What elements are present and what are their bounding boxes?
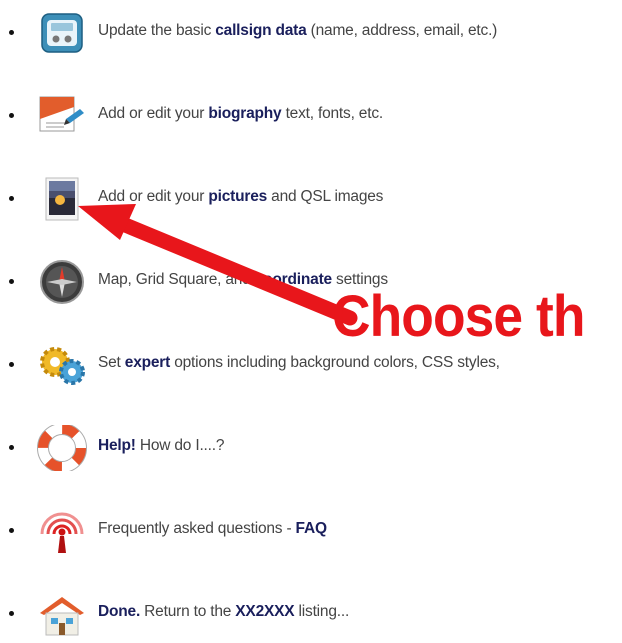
menu-item-text: Help! How do I....?	[98, 437, 225, 454]
faq-link[interactable]: FAQ	[296, 520, 327, 537]
bullet	[9, 362, 14, 367]
menu-item-callsign[interactable]: Update the basic callsign data (name, ad…	[0, 2, 622, 62]
biography-icon[interactable]	[36, 93, 88, 139]
bullet	[9, 196, 14, 201]
menu-item-coordinates[interactable]: Map, Grid Square, and coordinate setting…	[0, 251, 622, 311]
menu-item-help[interactable]: Help! How do I....?	[0, 417, 622, 477]
menu-item-text: Update the basic callsign data (name, ad…	[98, 22, 498, 39]
pictures-link[interactable]: pictures	[208, 188, 267, 205]
callsign-data-icon[interactable]	[36, 10, 88, 56]
menu-item-done[interactable]: Done. Return to the XX2XXX listing...	[0, 583, 622, 643]
menu-item-expert[interactable]: Set expert options including background …	[0, 334, 622, 394]
menu-item-text: Add or edit your biography text, fonts, …	[98, 105, 383, 122]
bullet	[9, 528, 14, 533]
bullet	[9, 279, 14, 284]
callsign-data-link[interactable]: callsign data	[215, 22, 306, 39]
menu-item-text: Frequently asked questions - FAQ	[98, 520, 327, 537]
bullet	[9, 611, 14, 616]
bullet	[9, 113, 14, 118]
home-icon[interactable]	[36, 591, 88, 637]
menu-item-pictures[interactable]: Add or edit your pictures and QSL images	[0, 168, 622, 228]
menu-item-text: Set expert options including background …	[98, 354, 500, 371]
coordinate-link[interactable]: coordinate	[255, 271, 332, 288]
lifebuoy-icon[interactable]	[36, 425, 88, 471]
settings-menu: Update the basic callsign data (name, ad…	[0, 0, 622, 636]
expert-link[interactable]: expert	[125, 354, 171, 371]
biography-link[interactable]: biography	[208, 105, 281, 122]
bullet	[9, 30, 14, 35]
bullet	[9, 445, 14, 450]
menu-item-faq[interactable]: Frequently asked questions - FAQ	[0, 500, 622, 560]
help-link[interactable]: Help!	[98, 437, 136, 454]
antenna-icon[interactable]	[36, 508, 88, 554]
pictures-icon[interactable]	[36, 176, 88, 222]
done-link[interactable]: Done.	[98, 603, 140, 620]
menu-item-biography[interactable]: Add or edit your biography text, fonts, …	[0, 85, 622, 145]
compass-icon[interactable]	[36, 259, 88, 305]
gears-icon[interactable]	[36, 342, 88, 388]
callsign-listing-link[interactable]: XX2XXX	[235, 603, 294, 620]
menu-item-text: Done. Return to the XX2XXX listing...	[98, 603, 350, 620]
menu-item-text: Map, Grid Square, and coordinate setting…	[98, 271, 388, 288]
menu-item-text: Add or edit your pictures and QSL images	[98, 188, 384, 205]
